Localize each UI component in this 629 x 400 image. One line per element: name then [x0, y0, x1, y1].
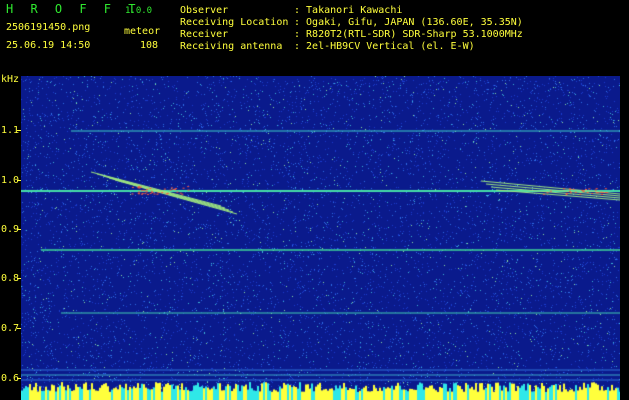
- observer-label: Observer: [180, 5, 229, 16]
- file-datetime: 25.06.19 14:50: [6, 40, 91, 51]
- location-label: Receiving Location: [180, 17, 289, 28]
- detection-count: 108: [140, 40, 159, 51]
- receiver-value: : R820T2(RTL-SDR) SDR-Sharp 53.1000MHz: [294, 29, 523, 40]
- receiver-label: Receiver: [180, 29, 229, 40]
- detection-type: meteor: [124, 26, 161, 37]
- antenna-value: : 2el-HB9CV Vertical (el. E-W): [294, 41, 475, 52]
- app-brand: H R O F F T: [6, 2, 141, 16]
- antenna-label: Receiving antenna: [180, 41, 283, 52]
- axis-unit: kHz: [1, 74, 20, 85]
- header: H R O F F T 1.0.0 2506191450.png 25.06.1…: [0, 0, 629, 72]
- app-version: 1.0.0: [125, 6, 153, 16]
- observer-value: : Takanori Kawachi: [294, 5, 403, 16]
- spectrogram: [21, 76, 620, 400]
- location-value: : Ogaki, Gifu, JAPAN (136.60E, 35.35N): [294, 17, 523, 28]
- file-name: 2506191450.png: [6, 22, 91, 33]
